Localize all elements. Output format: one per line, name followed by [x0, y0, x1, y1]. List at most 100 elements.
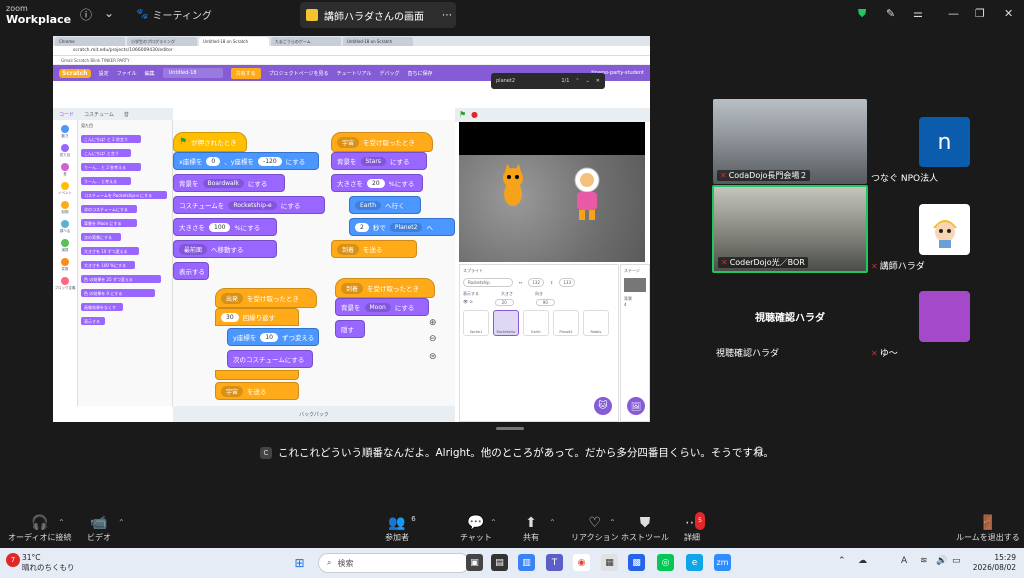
- stage-canvas[interactable]: [459, 122, 645, 262]
- file-explorer-icon[interactable]: ▥: [518, 554, 535, 571]
- goto-xy-block[interactable]: x座標を 0 、y座標を -120 にする: [173, 152, 319, 170]
- taskbar-search[interactable]: ⌕ 検索: [318, 553, 470, 573]
- sliders-icon[interactable]: ⚌: [913, 7, 923, 20]
- zoom-reset-icon[interactable]: ⊜: [429, 352, 437, 362]
- host-tools-button[interactable]: ⛊ ホストツール: [621, 514, 669, 543]
- share-options-caret-icon[interactable]: ⌃: [549, 518, 556, 527]
- settings-menu[interactable]: 設定: [99, 70, 109, 77]
- scratch-logo[interactable]: Scratch: [59, 68, 91, 78]
- size-input[interactable]: 20: [494, 299, 514, 306]
- store-icon[interactable]: ▦: [601, 554, 618, 571]
- green-flag-icon[interactable]: ⚑: [459, 110, 466, 119]
- avatar[interactable]: n: [919, 117, 970, 167]
- broadcast-block[interactable]: 宇宙 を送る: [215, 382, 299, 400]
- when-receive-block[interactable]: 出発 を受け取ったとき: [215, 288, 317, 308]
- volume-icon[interactable]: 🔊: [936, 556, 947, 566]
- y-position-input[interactable]: 133: [559, 278, 575, 287]
- browser-tab[interactable]: Chrome: [55, 37, 125, 46]
- hide-block[interactable]: 隠す: [335, 320, 365, 338]
- goto-target-block[interactable]: Earth へ行く: [349, 196, 421, 214]
- stop-icon[interactable]: ●: [471, 110, 478, 119]
- set-size-block[interactable]: 大きさを 20 %にする: [331, 174, 423, 192]
- next-costume-block[interactable]: 次のコスチュームにする: [227, 350, 313, 368]
- chrome-icon[interactable]: ◉: [573, 554, 590, 571]
- code-workspace[interactable]: ⚑ が押されたとき x座標を 0 、y座標を -120 にする 背景を Boardwalk…: [173, 120, 455, 406]
- category-sensing[interactable]: 調べる: [53, 220, 77, 234]
- chat-button[interactable]: 💬 チャット: [460, 514, 492, 543]
- minimize-icon[interactable]: —: [948, 7, 959, 20]
- teams-icon[interactable]: T: [546, 554, 563, 571]
- palette-block[interactable]: うーん... と考える: [81, 177, 131, 185]
- when-receive-block[interactable]: 宇宙 を受け取ったとき: [331, 132, 433, 152]
- avatar[interactable]: [919, 291, 970, 342]
- more-options-icon[interactable]: ⋯: [442, 10, 452, 21]
- chat-options-caret-icon[interactable]: ⌃: [490, 518, 497, 527]
- avatar[interactable]: [919, 204, 970, 255]
- browser-tab[interactable]: たまごうらのゲーム: [271, 37, 341, 46]
- zoom-out-icon[interactable]: ⊖: [429, 334, 437, 344]
- sprite-thumb[interactable]: Robby: [583, 310, 609, 336]
- project-name-input[interactable]: Untitled-18: [162, 68, 223, 78]
- find-prev-icon[interactable]: ⌃: [575, 78, 579, 84]
- wifi-icon[interactable]: ≋: [920, 556, 928, 566]
- save-now-button[interactable]: 直ちに保存: [408, 70, 433, 77]
- tab-sounds[interactable]: 音: [124, 111, 129, 118]
- category-events[interactable]: イベント: [53, 182, 77, 196]
- restore-icon[interactable]: ❐: [975, 7, 985, 20]
- project-page-link[interactable]: プロジェクトページを見る: [269, 70, 329, 77]
- app-news-icon[interactable]: ▤: [491, 554, 508, 571]
- weather-widget[interactable]: 31°C 晴れのちくもり: [22, 553, 75, 573]
- info-icon[interactable]: ⓘ: [80, 6, 92, 23]
- go-to-layer-block[interactable]: 最前面 へ移動する: [173, 240, 277, 258]
- app-photos-icon[interactable]: ▣: [466, 554, 483, 571]
- zoom-taskbar-icon[interactable]: zm: [714, 554, 731, 571]
- when-flag-clicked-block[interactable]: ⚑ が押されたとき: [173, 132, 247, 152]
- panel-resize-handle[interactable]: [496, 427, 524, 430]
- browser-tab[interactable]: Untitled-18 on Scratch: [343, 37, 413, 46]
- palette-block[interactable]: 次の背景にする: [81, 233, 121, 241]
- add-sprite-icon[interactable]: 🐱: [594, 397, 612, 415]
- edge-icon[interactable]: e: [686, 554, 703, 571]
- reactions-options-caret-icon[interactable]: ⌃: [609, 518, 616, 527]
- cloud-icon[interactable]: ☁: [858, 556, 867, 566]
- palette-block[interactable]: 表示する: [81, 317, 105, 325]
- broadcast-block[interactable]: 到着 を送る: [331, 240, 417, 258]
- x-position-input[interactable]: 132: [528, 278, 544, 287]
- video-button[interactable]: 📹 ビデオ: [87, 514, 111, 543]
- direction-input[interactable]: 90: [535, 299, 555, 306]
- taskbar-clock[interactable]: 15:29 2026/08/02: [973, 553, 1016, 573]
- tab-costumes[interactable]: コスチューム: [84, 111, 114, 118]
- find-close-icon[interactable]: ✕: [596, 78, 600, 84]
- category-looks[interactable]: 見た目: [53, 144, 77, 158]
- caption-settings-icon[interactable]: ⚙: [754, 444, 764, 457]
- palette-block[interactable]: 色 の効果を 25 ずつ変える: [81, 275, 161, 283]
- find-input[interactable]: planet2: [496, 78, 555, 84]
- show-block[interactable]: 表示する: [173, 262, 209, 280]
- audio-options-caret-icon[interactable]: ⌃: [58, 518, 65, 527]
- category-motion[interactable]: 動き: [53, 125, 77, 139]
- sprite-thumb-selected[interactable]: Rocketship: [493, 310, 519, 336]
- magic-wand-icon[interactable]: ✎: [886, 7, 895, 20]
- category-my-blocks[interactable]: ブロック定義: [53, 277, 77, 291]
- zoom-in-icon[interactable]: ⊕: [429, 318, 437, 328]
- category-control[interactable]: 制御: [53, 201, 77, 215]
- repeat-block[interactable]: 30 回繰り返す: [215, 308, 299, 326]
- windows-start-icon[interactable]: ⊞: [291, 554, 308, 571]
- debug-menu[interactable]: デバッグ: [380, 70, 400, 77]
- language-icon[interactable]: A: [901, 556, 907, 566]
- line-icon[interactable]: ◎: [657, 554, 674, 571]
- find-next-icon[interactable]: ⌄: [586, 78, 590, 84]
- sprite-thumb[interactable]: Planet2: [553, 310, 579, 336]
- participants-button[interactable]: 👥 6 参加者: [385, 514, 416, 543]
- security-shield-icon[interactable]: ⛊: [858, 7, 866, 21]
- share-button[interactable]: ⬆ 共有: [523, 514, 539, 543]
- video-tile[interactable]: ✕ CodaDojo長門会場２: [713, 99, 867, 184]
- palette-block[interactable]: うーん... と 2 秒考える: [81, 163, 141, 171]
- palette-block[interactable]: 画像効果をなくす: [81, 303, 123, 311]
- tutorial-menu[interactable]: チュートリアル: [337, 70, 372, 77]
- file-menu[interactable]: ファイル: [117, 70, 137, 77]
- palette-block[interactable]: こんにちは! と言う: [81, 149, 131, 157]
- glide-block[interactable]: 2 秒で Planet2 へ: [349, 218, 455, 236]
- sprite-name-input[interactable]: Rocketship: [463, 278, 513, 287]
- chevron-down-icon[interactable]: ⌄: [104, 6, 114, 20]
